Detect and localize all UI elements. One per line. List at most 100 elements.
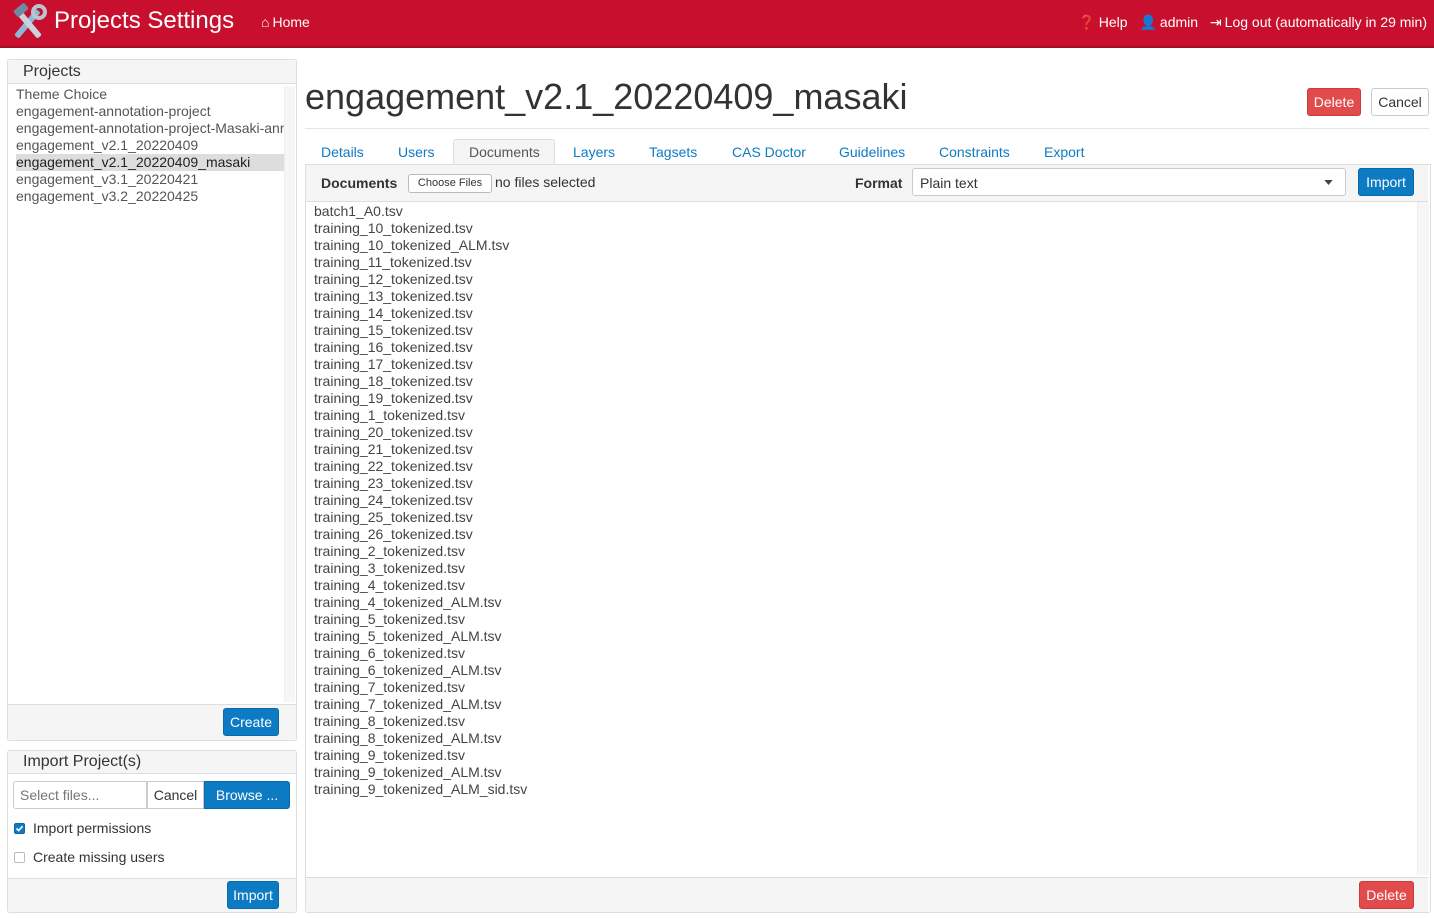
check-icon [15, 825, 24, 832]
document-list-item[interactable]: training_3_tokenized.tsv [314, 560, 527, 577]
document-list-item[interactable]: training_1_tokenized.tsv [314, 407, 527, 424]
document-list: batch1_A0.tsv training_10_tokenized.tsv tr… [314, 203, 527, 798]
document-list-item[interactable]: training_8_tokenized_ALM.tsv [314, 730, 527, 747]
projects-panel-footer: Create [8, 704, 296, 740]
logout-label: Log out (automatically in 29 min) [1224, 14, 1427, 30]
question-circle-icon: ❓ [1078, 14, 1096, 30]
document-list-item[interactable]: training_10_tokenized_ALM.tsv [314, 237, 527, 254]
tab-documents[interactable]: Documents [453, 139, 555, 164]
document-list-item[interactable]: training_10_tokenized.tsv [314, 220, 527, 237]
document-list-item[interactable]: training_24_tokenized.tsv [314, 492, 527, 509]
document-list-item[interactable]: training_4_tokenized_ALM.tsv [314, 594, 527, 611]
document-list-item[interactable]: training_12_tokenized.tsv [314, 271, 527, 288]
project-list-item[interactable]: engagement_v2.1_20220409 [16, 137, 284, 154]
project-list-scrollbar[interactable] [284, 86, 295, 702]
document-list-item[interactable]: training_11_tokenized.tsv [314, 254, 527, 271]
import-file-input[interactable] [13, 781, 147, 809]
import-cancel-button[interactable]: Cancel [147, 781, 204, 809]
document-list-item[interactable]: training_5_tokenized_ALM.tsv [314, 628, 527, 645]
project-list-item[interactable]: engagement_v3.1_20220421 [16, 171, 284, 188]
format-label: Format [855, 175, 903, 191]
document-list-item[interactable]: training_23_tokenized.tsv [314, 475, 527, 492]
document-list-item[interactable]: training_9_tokenized_ALM.tsv [314, 764, 527, 781]
delete-documents-button[interactable]: Delete [1359, 881, 1414, 909]
delete-project-button[interactable]: Delete [1307, 88, 1361, 116]
browse-button[interactable]: Browse ... [204, 781, 290, 809]
tab-tagsets[interactable]: Tagsets [649, 144, 697, 160]
document-list-item[interactable]: training_8_tokenized.tsv [314, 713, 527, 730]
top-navbar: Projects Settings ⌂ Home ❓ Help 👤 admin ⇥ Lo… [0, 0, 1434, 48]
document-list-item[interactable]: batch1_A0.tsv [314, 203, 527, 220]
document-list-item[interactable]: training_17_tokenized.tsv [314, 356, 527, 373]
home-link[interactable]: ⌂ Home [261, 14, 310, 30]
document-list-item[interactable]: training_5_tokenized.tsv [314, 611, 527, 628]
document-list-item[interactable]: training_6_tokenized_ALM.tsv [314, 662, 527, 679]
project-list-item[interactable]: engagement-annotation-project-Masaki-ann… [16, 120, 284, 137]
help-link[interactable]: ❓ Help [1078, 14, 1127, 30]
cancel-project-button[interactable]: Cancel [1371, 88, 1429, 116]
document-list-item[interactable]: training_20_tokenized.tsv [314, 424, 527, 441]
import-permissions-label: Import permissions [33, 820, 152, 836]
choose-files-button[interactable]: Choose Files [408, 174, 492, 193]
import-project-button[interactable]: Import [227, 881, 279, 909]
documents-toolbar: Documents Choose Files no files selected… [306, 165, 1428, 202]
app-title: Projects Settings [54, 7, 235, 34]
document-list-item[interactable]: training_9_tokenized.tsv [314, 747, 527, 764]
document-list-item[interactable]: training_9_tokenized_ALM_sid.tsv [314, 781, 527, 798]
logout-link[interactable]: ⇥ Log out (automatically in 29 min) [1210, 14, 1427, 30]
format-select-value: Plain text [920, 175, 978, 191]
document-list-item[interactable]: training_16_tokenized.tsv [314, 339, 527, 356]
import-panel-title: Import Project(s) [8, 751, 296, 774]
document-list-item[interactable]: training_2_tokenized.tsv [314, 543, 527, 560]
document-list-item[interactable]: training_4_tokenized.tsv [314, 577, 527, 594]
document-list-item[interactable]: training_25_tokenized.tsv [314, 509, 527, 526]
projects-panel: Projects Theme Choice engagement-annotati… [7, 59, 297, 741]
document-list-item[interactable]: training_15_tokenized.tsv [314, 322, 527, 339]
project-list: Theme Choice engagement-annotation-projec… [16, 86, 284, 205]
create-project-button[interactable]: Create [223, 708, 279, 736]
caret-down-icon [1324, 180, 1333, 185]
documents-footer: Delete [306, 877, 1428, 912]
documents-list-scrollbar[interactable] [1417, 202, 1429, 875]
documents-label: Documents [321, 175, 398, 191]
tab-layers[interactable]: Layers [573, 144, 615, 160]
logout-icon: ⇥ [1209, 14, 1222, 30]
import-documents-button[interactable]: Import [1358, 168, 1414, 196]
document-list-item[interactable]: training_7_tokenized_ALM.tsv [314, 696, 527, 713]
home-icon: ⌂ [261, 14, 270, 30]
title-divider [305, 128, 1429, 129]
tab-details[interactable]: Details [321, 144, 364, 160]
document-list-item[interactable]: training_7_tokenized.tsv [314, 679, 527, 696]
document-list-item[interactable]: training_13_tokenized.tsv [314, 288, 527, 305]
tab-export[interactable]: Export [1044, 144, 1084, 160]
tab-users[interactable]: Users [398, 144, 435, 160]
create-missing-users-label: Create missing users [33, 849, 165, 865]
format-select[interactable]: Plain text [912, 168, 1346, 196]
tab-constraints[interactable]: Constraints [939, 144, 1010, 160]
help-label: Help [1098, 14, 1128, 30]
document-list-item[interactable]: training_22_tokenized.tsv [314, 458, 527, 475]
user-label: admin [1159, 14, 1199, 30]
tools-icon [13, 3, 47, 38]
projects-panel-title: Projects [8, 60, 296, 84]
project-list-item[interactable]: engagement_v2.1_20220409_masaki [16, 154, 284, 171]
navbar-right: ❓ Help 👤 admin ⇥ Log out (automatically in … [1070, 14, 1427, 31]
tab-guidelines[interactable]: Guidelines [839, 144, 905, 160]
page-title: engagement_v2.1_20220409_masaki [305, 76, 908, 117]
document-list-item[interactable]: training_21_tokenized.tsv [314, 441, 527, 458]
import-permissions-checkbox[interactable] [14, 823, 25, 834]
user-link[interactable]: 👤 admin [1139, 14, 1198, 30]
project-list-item[interactable]: engagement-annotation-project [16, 103, 284, 120]
document-list-item[interactable]: training_6_tokenized.tsv [314, 645, 527, 662]
project-list-item[interactable]: Theme Choice [16, 86, 284, 103]
document-list-item[interactable]: training_26_tokenized.tsv [314, 526, 527, 543]
tab-cas-doctor[interactable]: CAS Doctor [732, 144, 806, 160]
create-missing-users-checkbox[interactable] [14, 852, 25, 863]
project-list-item[interactable]: engagement_v3.2_20220425 [16, 188, 284, 205]
document-list-item[interactable]: training_19_tokenized.tsv [314, 390, 527, 407]
document-list-item[interactable]: training_18_tokenized.tsv [314, 373, 527, 390]
document-list-item[interactable]: training_14_tokenized.tsv [314, 305, 527, 322]
home-label: Home [272, 14, 310, 30]
import-panel-footer: Import [8, 878, 296, 912]
user-icon: 👤 [1139, 14, 1157, 30]
